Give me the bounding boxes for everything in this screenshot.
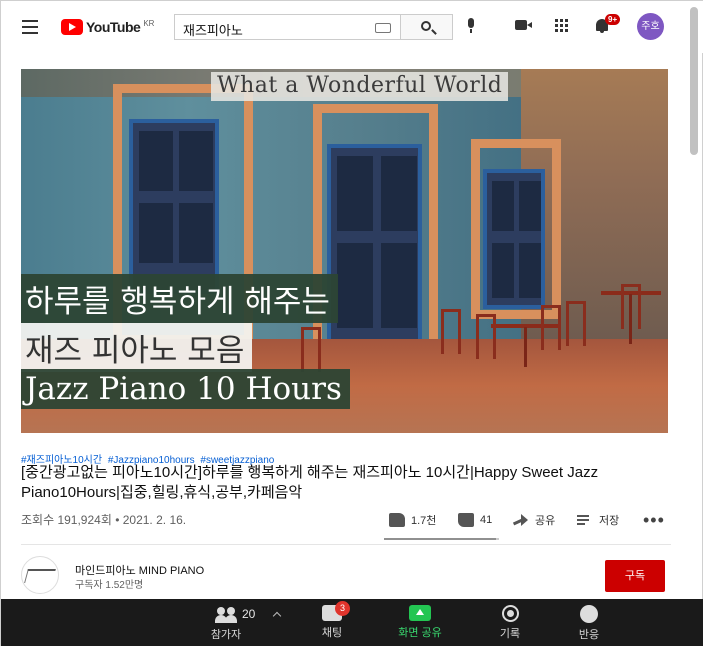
search-button[interactable] — [400, 14, 453, 40]
participants-count: 20 — [242, 607, 256, 621]
piano-logo-icon — [24, 569, 56, 583]
meeting-toolbar: 참가자 20 채팅 화면 공유 기록 반응 — [1, 599, 703, 646]
search-icon — [421, 21, 431, 31]
like-ratio-fill — [384, 538, 497, 540]
more-actions-button[interactable]: ••• — [643, 510, 665, 530]
video-caption-line-3: Jazz Piano 10 Hours — [21, 369, 350, 409]
subscriber-count: 구독자 1.52만명 — [75, 580, 144, 591]
youtube-play-icon — [61, 19, 83, 35]
save-label: 저장 — [599, 515, 620, 527]
like-count: 1.7천 — [411, 515, 437, 527]
keyboard-icon[interactable] — [375, 23, 391, 33]
participants-icon — [215, 605, 237, 623]
like-dislike-ratio-bar — [384, 538, 499, 540]
share-arrow-icon — [513, 514, 529, 526]
save-button[interactable]: 저장 — [577, 510, 619, 530]
notification-count-badge: 9+ — [605, 14, 621, 25]
chat-label: 채팅 — [321, 627, 343, 639]
video-title: [중간광고없는 피아노10시간]하루를 행복하게 해주는 재즈피아노 10시간|… — [21, 464, 599, 501]
reactions-button[interactable]: 반응 — [574, 605, 604, 642]
chat-unread-badge: 3 — [335, 601, 350, 616]
thumbnail-title-banner: What a Wonderful World — [211, 72, 509, 101]
share-screen-button[interactable]: 화면 공유 — [391, 605, 449, 640]
apps-grid-icon[interactable] — [555, 19, 569, 33]
user-avatar[interactable]: 주호 — [637, 13, 664, 40]
record-label: 기록 — [499, 628, 521, 640]
youtube-logo[interactable]: YouTube KR — [61, 16, 154, 38]
subscribe-button[interactable]: 구독 — [605, 560, 665, 592]
microphone-icon[interactable] — [466, 18, 476, 33]
dislike-button[interactable]: 41 — [458, 510, 492, 530]
record-button[interactable]: 기록 — [495, 605, 525, 641]
smiley-reaction-icon — [580, 605, 598, 623]
like-button[interactable]: 1.7천 — [389, 510, 436, 530]
share-button[interactable]: 공유 — [513, 510, 555, 530]
scrollbar-thumb[interactable] — [690, 7, 698, 155]
search-input[interactable]: 재즈피아노 — [174, 14, 400, 40]
youtube-header: YouTube KR 재즈피아노 9+ 주호 — [1, 1, 703, 53]
share-label: 공유 — [535, 515, 556, 527]
thumbs-down-icon — [458, 513, 474, 527]
participants-button[interactable]: 참가자 — [206, 605, 246, 642]
hamburger-menu-icon[interactable] — [19, 15, 43, 39]
playlist-add-icon — [577, 514, 593, 526]
participants-label: 참가자 — [210, 629, 242, 641]
logo-country-code: KR — [143, 18, 155, 28]
share-screen-label: 화면 공유 — [398, 627, 442, 639]
logo-text: YouTube — [86, 19, 141, 35]
dislike-count: 41 — [480, 514, 493, 526]
video-caption-line-2: 재즈 피아노 모음 — [21, 323, 253, 372]
create-video-icon[interactable] — [515, 20, 532, 30]
thumbs-up-icon — [389, 513, 405, 527]
video-player[interactable]: What a Wonderful World 하루를 행복하게 해주는 재즈 피… — [21, 69, 668, 433]
channel-avatar[interactable] — [21, 556, 59, 594]
window-frame: YouTube KR 재즈피아노 9+ 주호 What a Wonderful … — [0, 0, 703, 646]
record-icon — [501, 605, 519, 622]
search-query-text: 재즈피아노 — [183, 23, 243, 38]
share-screen-icon — [409, 605, 431, 621]
reactions-label: 반응 — [578, 629, 600, 641]
video-caption-line-1: 하루를 행복하게 해주는 — [21, 274, 338, 323]
view-count-date: 조회수 191,924회 • 2021. 2. 16. — [21, 513, 187, 527]
section-divider — [21, 544, 671, 545]
